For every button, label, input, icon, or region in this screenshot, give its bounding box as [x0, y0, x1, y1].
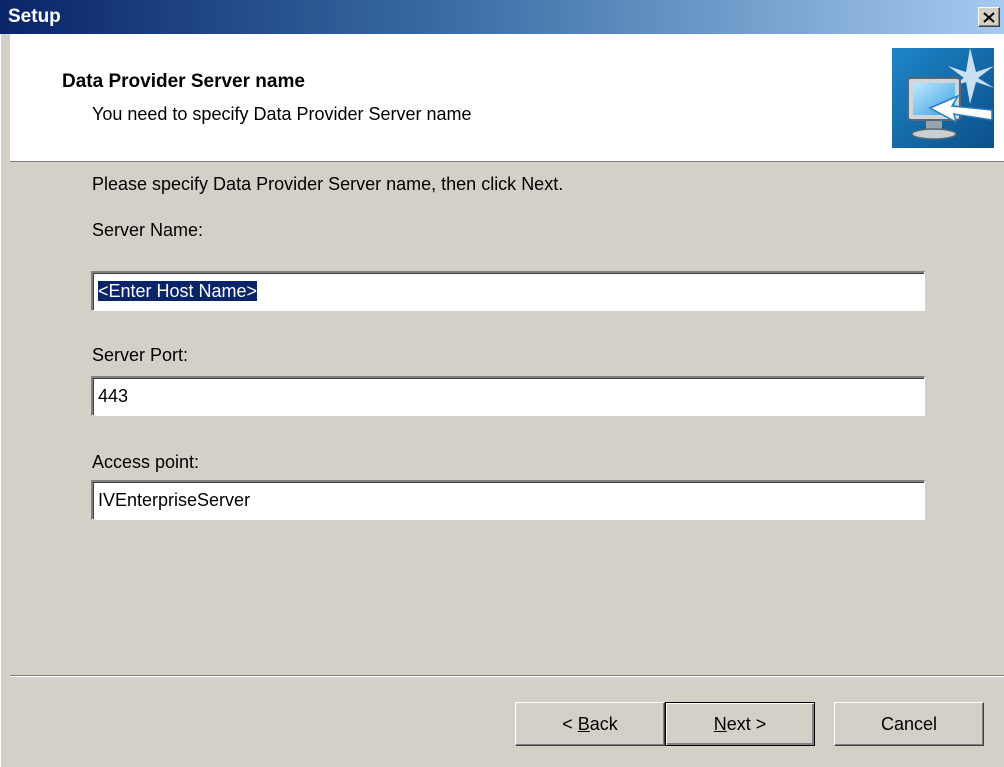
title-bar[interactable]: Setup: [0, 0, 1004, 34]
access-point-label: Access point:: [92, 452, 200, 472]
close-button[interactable]: [978, 7, 1000, 27]
wizard-header: Data Provider Server name You need to sp…: [10, 34, 1004, 162]
cancel-button-label: Cancel: [880, 713, 938, 734]
page-title: Data Provider Server name: [62, 71, 305, 92]
access-point-value: IVEnterpriseServer: [98, 490, 251, 510]
server-port-value: 443: [98, 386, 129, 406]
window-title: Setup: [8, 6, 61, 27]
cancel-button[interactable]: Cancel: [834, 702, 984, 746]
button-separator: [10, 675, 1004, 677]
setup-dialog: Setup Data Provider Server name You need…: [0, 0, 1004, 767]
server-name-value: <Enter Host Name>: [98, 281, 258, 301]
back-button[interactable]: < Back: [515, 702, 665, 746]
access-point-input[interactable]: IVEnterpriseServer: [91, 480, 925, 520]
server-name-input[interactable]: <Enter Host Name>: [91, 271, 925, 311]
back-button-label: < Back: [562, 713, 618, 734]
next-button-label: Next >: [713, 713, 767, 734]
close-icon: [983, 11, 995, 23]
server-port-input[interactable]: 443: [91, 376, 925, 416]
monitor-arrow-icon: [892, 48, 994, 148]
next-button[interactable]: Next >: [665, 702, 815, 746]
instruction-text: Please specify Data Provider Server name…: [92, 174, 564, 194]
dialog-left-edge: [0, 34, 10, 767]
server-name-label: Server Name:: [92, 220, 204, 240]
page-subtitle: You need to specify Data Provider Server…: [92, 104, 472, 124]
server-port-label: Server Port:: [92, 345, 189, 365]
